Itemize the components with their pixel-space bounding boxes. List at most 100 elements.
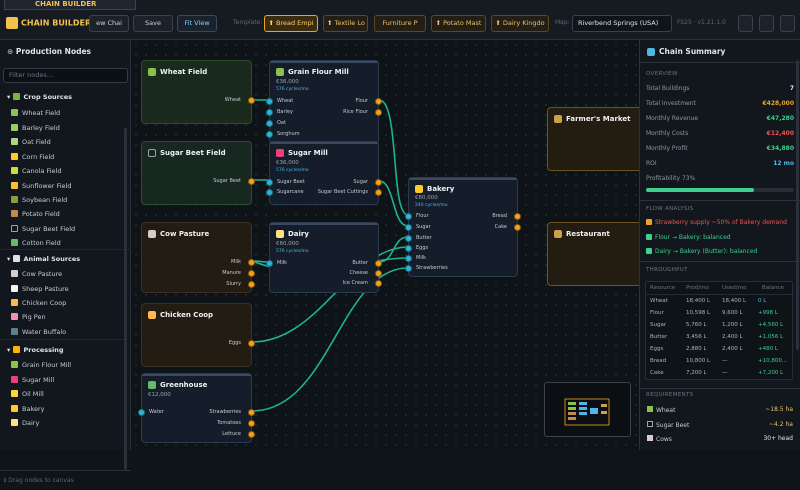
output-port[interactable] bbox=[248, 97, 255, 104]
port-label: Tomatoes bbox=[217, 420, 241, 426]
port-label: Milk bbox=[231, 259, 241, 265]
node-sugar-beet-field[interactable]: Sugar Beet Field Sugar Beet bbox=[141, 141, 255, 205]
node-cost: €80,000 bbox=[276, 241, 299, 247]
check-icon bbox=[646, 248, 652, 254]
flow-warning: Strawberry supply ~50% of Bakery demand bbox=[646, 219, 787, 226]
port-label: Sugar bbox=[416, 224, 431, 230]
output-port[interactable] bbox=[375, 98, 382, 105]
minimap[interactable] bbox=[544, 382, 631, 437]
node-title: Sugar Mill bbox=[288, 149, 328, 157]
port-label: Strawberries bbox=[209, 409, 241, 415]
mill-icon bbox=[276, 68, 284, 76]
stat-monthly-revenue: Monthly Revenue €47,280 bbox=[646, 115, 794, 122]
output-port[interactable] bbox=[375, 179, 382, 186]
input-port[interactable] bbox=[405, 265, 412, 272]
chain-summary-panel: Chain Summary OVERVIEW Total Buildings 7 … bbox=[639, 40, 800, 450]
warning-icon bbox=[646, 219, 652, 225]
input-port[interactable] bbox=[405, 255, 412, 262]
port-label: Cake bbox=[494, 224, 507, 230]
output-port[interactable] bbox=[248, 431, 255, 438]
output-port[interactable] bbox=[248, 340, 255, 347]
output-port[interactable] bbox=[248, 420, 255, 427]
sugar-beet-icon bbox=[647, 421, 653, 427]
node-stripe bbox=[270, 142, 378, 144]
node-rate: 576 cycles/mo bbox=[276, 249, 309, 254]
port-label: Oat bbox=[277, 120, 286, 126]
port-label: Water bbox=[149, 409, 164, 415]
output-port[interactable] bbox=[248, 259, 255, 266]
node-sugar-mill[interactable]: Sugar Mill €36,000 576 cycles/mo Sugar B… bbox=[266, 141, 382, 205]
input-port[interactable] bbox=[266, 131, 273, 138]
node-wheat-field[interactable]: Wheat Field Wheat bbox=[141, 60, 255, 124]
port-label: Sugar Beet bbox=[213, 178, 241, 184]
input-port[interactable] bbox=[266, 260, 273, 267]
output-port[interactable] bbox=[248, 270, 255, 277]
node-stripe bbox=[142, 374, 251, 376]
section-throughput: THROUGHPUT bbox=[646, 267, 688, 273]
output-port[interactable] bbox=[248, 409, 255, 416]
node-chicken-coop[interactable]: Chicken Coop Eggs bbox=[141, 303, 255, 367]
node-bakery[interactable]: Bakery €80,000 240 cycles/mo Flour Sugar… bbox=[405, 177, 521, 277]
node-title: Greenhouse bbox=[160, 381, 208, 389]
node-dairy[interactable]: Dairy €80,000 576 cycles/mo Milk Butter … bbox=[266, 222, 382, 293]
input-port[interactable] bbox=[266, 179, 273, 186]
node-title: Bakery bbox=[427, 185, 455, 193]
node-grain-flour-mill[interactable]: Grain Flour Mill €36,000 576 cycles/mo W… bbox=[266, 60, 382, 144]
section-flow-analysis: FLOW ANALYSIS bbox=[646, 206, 694, 212]
section-requirements: REQUIREMENTS bbox=[646, 392, 694, 398]
node-title: Sugar Beet Field bbox=[160, 149, 226, 157]
output-port[interactable] bbox=[375, 280, 382, 287]
node-greenhouse[interactable]: Greenhouse €12,000 Water Strawberries To… bbox=[138, 373, 255, 443]
cart-icon bbox=[554, 115, 562, 123]
profitability-label: Profitability 73% bbox=[646, 175, 696, 182]
output-port[interactable] bbox=[375, 189, 382, 196]
section-overview: OVERVIEW bbox=[646, 71, 678, 77]
palette-hint: ℹ Drag nodes to canvas bbox=[0, 470, 131, 490]
port-label: Milk bbox=[416, 255, 426, 261]
input-port[interactable] bbox=[266, 98, 273, 105]
node-farmers-market[interactable]: Farmer's Market bbox=[547, 107, 639, 171]
flow-ok: Dairy → Bakery (Butter): balanced bbox=[646, 248, 757, 255]
input-port[interactable] bbox=[138, 409, 145, 416]
input-port[interactable] bbox=[266, 189, 273, 196]
input-port[interactable] bbox=[266, 109, 273, 116]
input-port[interactable] bbox=[405, 235, 412, 242]
port-label: Sugarcane bbox=[277, 189, 304, 195]
port-label: Sugar Beet Cuttings bbox=[317, 189, 368, 195]
wheat-icon bbox=[148, 68, 156, 76]
profitability-bar bbox=[646, 188, 794, 192]
output-port[interactable] bbox=[514, 213, 521, 220]
requirement-row: Sugar Beet ~4.2 ha bbox=[647, 421, 793, 429]
node-title: Restaurant bbox=[566, 230, 610, 238]
stat-monthly-costs: Monthly Costs €12,400 bbox=[646, 130, 794, 137]
output-port[interactable] bbox=[248, 178, 255, 185]
divider bbox=[640, 200, 800, 201]
port-label: Cheese bbox=[349, 270, 369, 276]
stat-value: €47,280 bbox=[766, 115, 794, 122]
stat-value: 7 bbox=[789, 85, 794, 92]
node-restaurant[interactable]: Restaurant bbox=[547, 222, 639, 286]
output-port[interactable] bbox=[375, 270, 382, 277]
node-cost: €12,000 bbox=[148, 392, 171, 398]
node-cow-pasture[interactable]: Cow Pasture Milk Manure Slurry bbox=[141, 222, 255, 293]
stat-roi: ROI 12 mo bbox=[646, 160, 794, 167]
port-label: Flour bbox=[355, 98, 368, 104]
flow-ok: Flour → Bakery: balanced bbox=[646, 234, 731, 241]
port-label: Wheat bbox=[277, 98, 294, 104]
port-label: Butter bbox=[352, 260, 368, 266]
input-port[interactable] bbox=[405, 245, 412, 252]
output-port[interactable] bbox=[375, 260, 382, 267]
node-cost: €36,000 bbox=[276, 79, 299, 85]
sugar-beet-icon bbox=[148, 149, 156, 157]
port-label: Wheat bbox=[224, 97, 241, 103]
output-port[interactable] bbox=[514, 224, 521, 231]
output-port[interactable] bbox=[248, 281, 255, 288]
node-title: Farmer's Market bbox=[566, 115, 631, 123]
port-label: Ice Cream bbox=[342, 280, 368, 286]
port-label: Sorghum bbox=[277, 131, 300, 137]
panel-scrollbar[interactable] bbox=[796, 60, 799, 350]
input-port[interactable] bbox=[405, 224, 412, 231]
output-port[interactable] bbox=[375, 109, 382, 116]
input-port[interactable] bbox=[405, 213, 412, 220]
input-port[interactable] bbox=[266, 120, 273, 127]
